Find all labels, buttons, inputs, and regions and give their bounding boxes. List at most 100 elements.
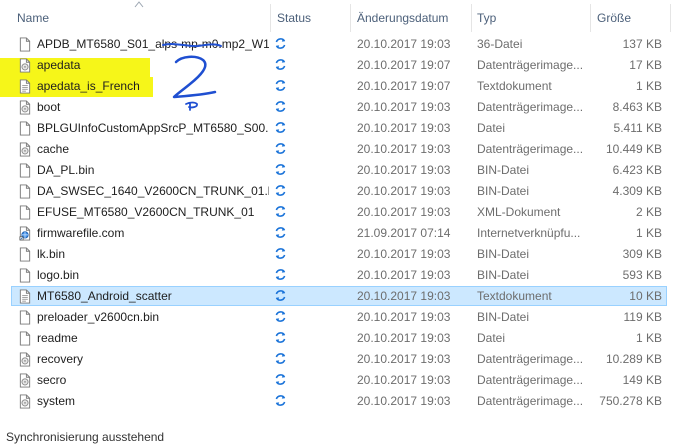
file-size: 593 KB <box>622 268 662 282</box>
file-icon <box>19 163 31 178</box>
file-row[interactable]: MT6580_Android_scatter 20.10.2017 19:03 Te… <box>0 286 672 307</box>
file-date: 20.10.2017 19:07 <box>357 79 451 93</box>
column-status[interactable]: Status <box>277 10 311 26</box>
sync-pending-icon <box>275 80 286 91</box>
file-type: Datenträgerimage... <box>477 142 584 156</box>
file-date: 20.10.2017 19:03 <box>357 205 451 219</box>
file-size: 10.289 KB <box>605 352 662 366</box>
column-size[interactable]: Größe <box>597 10 631 26</box>
sync-pending-icon <box>275 374 286 385</box>
file-icon <box>19 205 31 220</box>
file-date: 20.10.2017 19:03 <box>357 394 451 408</box>
status-cell <box>274 100 290 115</box>
file-row[interactable]: apedata 20.10.2017 19:07 Datenträgerimage.… <box>0 55 672 76</box>
column-divider[interactable] <box>670 4 671 32</box>
file-date: 20.10.2017 19:03 <box>357 310 451 324</box>
file-size: 5.411 KB <box>613 121 662 135</box>
file-name: cache <box>37 142 70 156</box>
file-date: 20.10.2017 19:03 <box>357 163 451 177</box>
disk-image-icon <box>19 58 31 73</box>
file-type: Datei <box>477 121 506 135</box>
file-name: readme <box>37 331 78 345</box>
status-cell <box>274 37 290 52</box>
file-type: Datenträgerimage... <box>477 352 584 366</box>
file-type: Datenträgerimage... <box>477 100 584 114</box>
file-date: 20.10.2017 19:03 <box>357 289 451 303</box>
file-type: Datenträgerimage... <box>477 373 584 387</box>
status-bar-text: Synchronisierung ausstehend <box>6 430 165 444</box>
file-icon <box>19 37 31 52</box>
disk-image-icon <box>19 142 31 157</box>
file-name: logo.bin <box>37 268 80 282</box>
status-cell <box>274 373 290 388</box>
file-size: 137 KB <box>622 37 662 51</box>
status-cell <box>274 58 290 73</box>
file-size: 10.449 KB <box>605 142 662 156</box>
sync-pending-icon <box>275 101 286 112</box>
file-row[interactable]: system 20.10.2017 19:03 Datenträgerimage..… <box>0 391 672 412</box>
file-date: 20.10.2017 19:03 <box>357 37 451 51</box>
file-size: 1 KB <box>635 226 662 240</box>
sync-pending-icon <box>275 395 286 406</box>
text-document-icon <box>19 79 31 94</box>
file-name: system <box>37 394 76 408</box>
file-row[interactable]: recovery 20.10.2017 19:03 Datenträgerimage… <box>0 349 672 370</box>
file-icon <box>19 331 31 346</box>
file-row[interactable]: preloader_v2600cn.bin 20.10.2017 19:03 BIN… <box>0 307 672 328</box>
sync-pending-icon <box>275 185 286 196</box>
sync-pending-icon <box>275 143 286 154</box>
file-row[interactable]: DA_PL.bin 20.10.2017 19:03 BIN-Datei 6.423 … <box>0 160 672 181</box>
file-row[interactable]: apedata_is_French 20.10.2017 19:07 Textdok… <box>0 76 672 97</box>
disk-image-icon <box>19 373 31 388</box>
sync-pending-icon <box>275 38 286 49</box>
file-date: 20.10.2017 19:03 <box>357 142 451 156</box>
column-type[interactable]: Typ <box>477 10 496 26</box>
sync-pending-icon <box>275 332 286 343</box>
file-type: 36-Datei <box>477 37 523 51</box>
status-cell <box>274 205 290 220</box>
file-size: 309 KB <box>622 247 662 261</box>
column-divider[interactable] <box>471 4 472 32</box>
column-divider[interactable] <box>270 4 271 32</box>
column-date[interactable]: Änderungsdatum <box>357 10 448 26</box>
file-size: 4.309 KB <box>612 184 662 198</box>
sync-pending-icon <box>275 164 286 175</box>
file-name: firmwarefile.com <box>37 226 125 240</box>
sync-pending-icon <box>275 59 286 70</box>
file-icon <box>19 121 31 136</box>
file-row[interactable]: DA_SWSEC_1640_V2600CN_TRUNK_01.bin 20.10.… <box>0 181 672 202</box>
file-type: Datei <box>477 331 506 345</box>
file-row[interactable]: lk.bin 20.10.2017 19:03 BIN-Datei 309 KB <box>0 244 672 265</box>
column-name[interactable]: Name <box>17 10 49 26</box>
file-type: BIN-Datei <box>477 310 530 324</box>
file-row[interactable]: BPLGUInfoCustomAppSrcP_MT6580_S00... 20.1… <box>0 118 672 139</box>
file-row[interactable]: logo.bin 20.10.2017 19:03 BIN-Datei 593 KB <box>0 265 672 286</box>
disk-image-icon <box>19 394 31 409</box>
file-row[interactable]: boot 20.10.2017 19:03 Datenträgerimage... 8… <box>0 97 672 118</box>
status-cell <box>274 184 290 199</box>
file-size: 8.463 KB <box>612 100 662 114</box>
file-date: 20.10.2017 19:03 <box>357 184 451 198</box>
status-cell <box>274 247 290 262</box>
column-divider[interactable] <box>590 4 591 32</box>
file-name: EFUSE_MT6580_V2600CN_TRUNK_01 <box>37 205 255 219</box>
file-row[interactable]: readme 20.10.2017 19:03 Datei 1 KB <box>0 328 672 349</box>
column-divider[interactable] <box>350 4 351 32</box>
file-type: Textdokument <box>477 289 552 303</box>
disk-image-icon <box>19 352 31 367</box>
status-cell <box>274 226 290 241</box>
file-row[interactable]: secro 20.10.2017 19:03 Datenträgerimage...… <box>0 370 672 391</box>
sync-pending-icon <box>275 248 286 259</box>
file-date: 21.09.2017 07:14 <box>357 226 451 240</box>
file-row[interactable]: EFUSE_MT6580_V2600CN_TRUNK_01 20.10.2017 … <box>0 202 672 223</box>
file-type: BIN-Datei <box>477 163 530 177</box>
file-row[interactable]: firmwarefile.com 21.09.2017 07:14 Internet… <box>0 223 672 244</box>
file-row[interactable]: cache 20.10.2017 19:03 Datenträgerimage...… <box>0 139 672 160</box>
status-cell <box>274 79 290 94</box>
file-date: 20.10.2017 19:03 <box>357 373 451 387</box>
file-row[interactable]: APDB_MT6580_S01_alps-mp-m0.mp2_W1... 20.1… <box>0 34 672 55</box>
file-size: 149 KB <box>622 373 662 387</box>
status-cell <box>274 394 290 409</box>
file-size: 2 KB <box>635 205 662 219</box>
sync-pending-icon <box>275 290 286 301</box>
